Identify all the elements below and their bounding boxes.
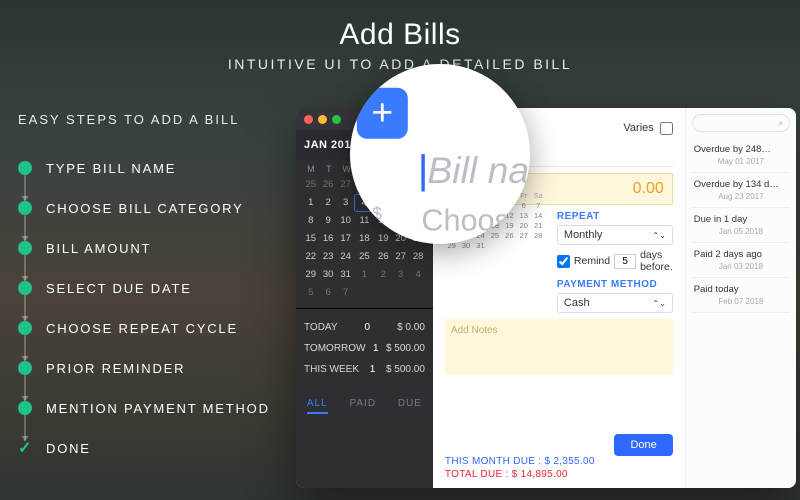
summary-count: 1 <box>370 364 376 375</box>
summary-label: THIS WEEK <box>304 364 359 375</box>
step-dot-icon <box>18 241 32 255</box>
step-dot-icon <box>18 401 32 415</box>
list-item[interactable]: Paid todayFeb 07 2018 <box>692 278 790 313</box>
dollar-icon: $ <box>372 204 382 225</box>
list-item[interactable]: Overdue by 134 d…Aug 23 2017 <box>692 173 790 208</box>
month-due-total: THIS MONTH DUE : $ 2,355.00 <box>445 456 595 467</box>
repeat-section-label: REPEAT <box>557 211 673 222</box>
payment-value: Cash <box>564 297 590 309</box>
summary-amount: $ 500.00 <box>386 343 425 354</box>
varies-checkbox[interactable] <box>660 122 673 135</box>
minimize-icon[interactable] <box>318 115 327 124</box>
zoom-icon[interactable] <box>332 115 341 124</box>
remind-label: Remind <box>574 255 610 267</box>
done-button[interactable]: Done <box>614 434 672 456</box>
step-dot-icon <box>18 361 32 375</box>
list-item[interactable]: Due in 1 dayJan 05 2018 <box>692 208 790 243</box>
updown-icon: ⌃⌄ <box>652 231 665 240</box>
payment-select[interactable]: Cash ⌃⌄ <box>557 293 673 313</box>
step-label: CHOOSE BILL CATEGORY <box>46 201 244 216</box>
summary-label: TODAY <box>304 322 338 333</box>
amount-value: 0.00 <box>633 180 664 198</box>
list-item[interactable]: Paid 2 days agoJan 03 2018 <box>692 243 790 278</box>
summary-amount: $ 0.00 <box>397 322 425 333</box>
step-label: TYPE BILL NAME <box>46 161 176 176</box>
remind-checkbox[interactable] <box>557 255 570 268</box>
updown-icon: ⌃⌄ <box>652 299 665 308</box>
step-label: CHOOSE REPEAT CYCLE <box>46 321 238 336</box>
tab-due[interactable]: DUE <box>398 398 422 414</box>
step-dot-icon <box>18 161 32 175</box>
list-item[interactable]: Overdue by 248…May 01 2017 <box>692 138 790 173</box>
page-title: Add Bills <box>0 18 800 52</box>
step-label: MENTION PAYMENT METHOD <box>46 401 270 416</box>
step-label: SELECT DUE DATE <box>46 281 192 296</box>
step-label: PRIOR REMINDER <box>46 361 185 376</box>
search-input[interactable]: ⌕ <box>692 114 790 132</box>
grand-total: TOTAL DUE : $ 14,895.00 <box>445 469 595 480</box>
step-label: DONE <box>46 441 91 456</box>
step-label: BILL AMOUNT <box>46 241 151 256</box>
tab-all[interactable]: ALL <box>307 398 328 414</box>
summary-count: 0 <box>365 322 371 333</box>
summary-amount: $ 500.00 <box>386 364 425 375</box>
steps-list: TYPE BILL NAME CHOOSE BILL CATEGORY BILL… <box>18 148 270 468</box>
steps-heading: EASY STEPS TO ADD A BILL <box>18 112 239 127</box>
bill-list: ⌕ Overdue by 248…May 01 2017 Overdue by … <box>685 108 796 488</box>
remind-days-input[interactable] <box>614 254 636 269</box>
summary: TODAY 0 $ 0.00 TOMORROW 1 $ 500.00 THIS WEEK… <box>296 308 433 388</box>
filter-tabs: ALL PAID DUE <box>296 388 433 422</box>
text-cursor-icon <box>421 154 424 191</box>
step-dot-icon <box>18 281 32 295</box>
payment-section-label: PAYMENT METHOD <box>557 279 673 290</box>
step-dot-icon <box>18 321 32 335</box>
summary-count: 1 <box>373 343 379 354</box>
repeat-value: Monthly <box>564 229 603 241</box>
bill-name-placeholder: Bill nam <box>427 149 530 192</box>
category-placeholder: Choos <box>421 203 530 239</box>
repeat-select[interactable]: Monthly ⌃⌄ <box>557 225 673 245</box>
close-icon[interactable] <box>304 115 313 124</box>
notes-field[interactable]: Add Notes <box>445 319 673 375</box>
summary-label: TOMORROW <box>304 343 365 354</box>
varies-label: Varies <box>623 122 653 134</box>
check-icon <box>18 441 32 455</box>
search-icon: ⌕ <box>778 118 783 129</box>
step-dot-icon <box>18 201 32 215</box>
add-bill-button[interactable]: + <box>357 88 408 139</box>
tab-paid[interactable]: PAID <box>349 398 376 414</box>
remind-suffix: days before. <box>640 249 673 273</box>
magnifier-callout: + Bill nam Choos $ <box>350 64 530 244</box>
